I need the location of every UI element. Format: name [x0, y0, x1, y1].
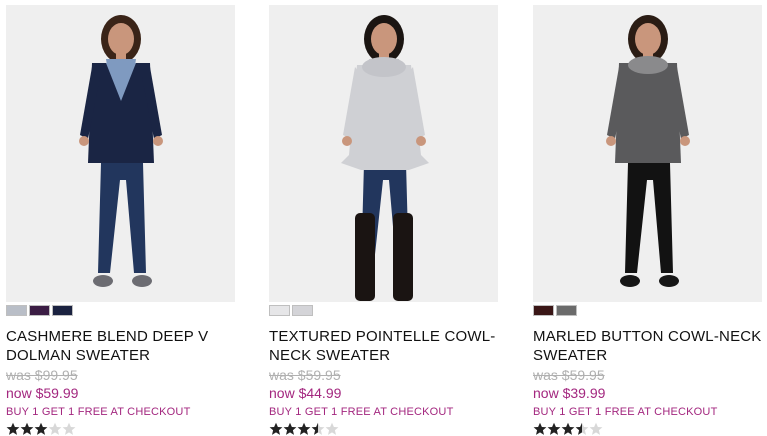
model-figure [606, 15, 690, 287]
star-rating[interactable] [269, 422, 500, 436]
color-swatch[interactable] [269, 305, 290, 316]
was-price: was $59.95 [533, 367, 605, 383]
product-title[interactable]: TEXTURED POINTELLE COWL-NECK SWEATER [269, 327, 500, 365]
product-title[interactable]: MARLED BUTTON COWL-NECK SWEATER [533, 327, 764, 365]
star-filled-icon [269, 422, 283, 436]
now-price: now $39.99 [533, 385, 606, 401]
star-filled-icon [297, 422, 311, 436]
model-figure [79, 15, 163, 287]
promo-text: BUY 1 GET 1 FREE AT CHECKOUT [533, 406, 718, 418]
promo-text: BUY 1 GET 1 FREE AT CHECKOUT [269, 406, 454, 418]
star-half-icon [311, 422, 325, 436]
star-filled-icon [34, 422, 48, 436]
color-swatch[interactable] [292, 305, 313, 316]
product-title[interactable]: CASHMERE BLEND DEEP V DOLMAN SWEATER [6, 327, 237, 365]
star-filled-icon [547, 422, 561, 436]
now-price: now $44.99 [269, 385, 342, 401]
star-filled-icon [6, 422, 20, 436]
star-empty-icon [48, 422, 62, 436]
color-swatches [533, 305, 764, 316]
product-card: TEXTURED POINTELLE COWL-NECK SWEATER was… [269, 5, 500, 436]
color-swatch[interactable] [52, 305, 73, 316]
promo-text: BUY 1 GET 1 FREE AT CHECKOUT [6, 406, 191, 418]
product-image[interactable] [269, 5, 498, 302]
star-empty-icon [589, 422, 603, 436]
product-card: CASHMERE BLEND DEEP V DOLMAN SWEATER was… [6, 5, 237, 436]
color-swatch[interactable] [533, 305, 554, 316]
product-card: MARLED BUTTON COWL-NECK SWEATER was $59.… [533, 5, 764, 436]
color-swatches [6, 305, 237, 316]
color-swatch[interactable] [6, 305, 27, 316]
star-empty-icon [325, 422, 339, 436]
star-filled-icon [20, 422, 34, 436]
product-image[interactable] [6, 5, 235, 302]
was-price: was $59.95 [269, 367, 341, 383]
model-figure [341, 15, 429, 301]
star-filled-icon [533, 422, 547, 436]
was-price: was $99.95 [6, 367, 78, 383]
color-swatch[interactable] [556, 305, 577, 316]
star-rating[interactable] [533, 422, 764, 436]
product-grid: CASHMERE BLEND DEEP V DOLMAN SWEATER was… [0, 0, 767, 436]
color-swatch[interactable] [29, 305, 50, 316]
product-image[interactable] [533, 5, 762, 302]
star-empty-icon [62, 422, 76, 436]
star-filled-icon [561, 422, 575, 436]
now-price: now $59.99 [6, 385, 79, 401]
star-rating[interactable] [6, 422, 237, 436]
color-swatches [269, 305, 500, 316]
star-filled-icon [283, 422, 297, 436]
star-half-icon [575, 422, 589, 436]
